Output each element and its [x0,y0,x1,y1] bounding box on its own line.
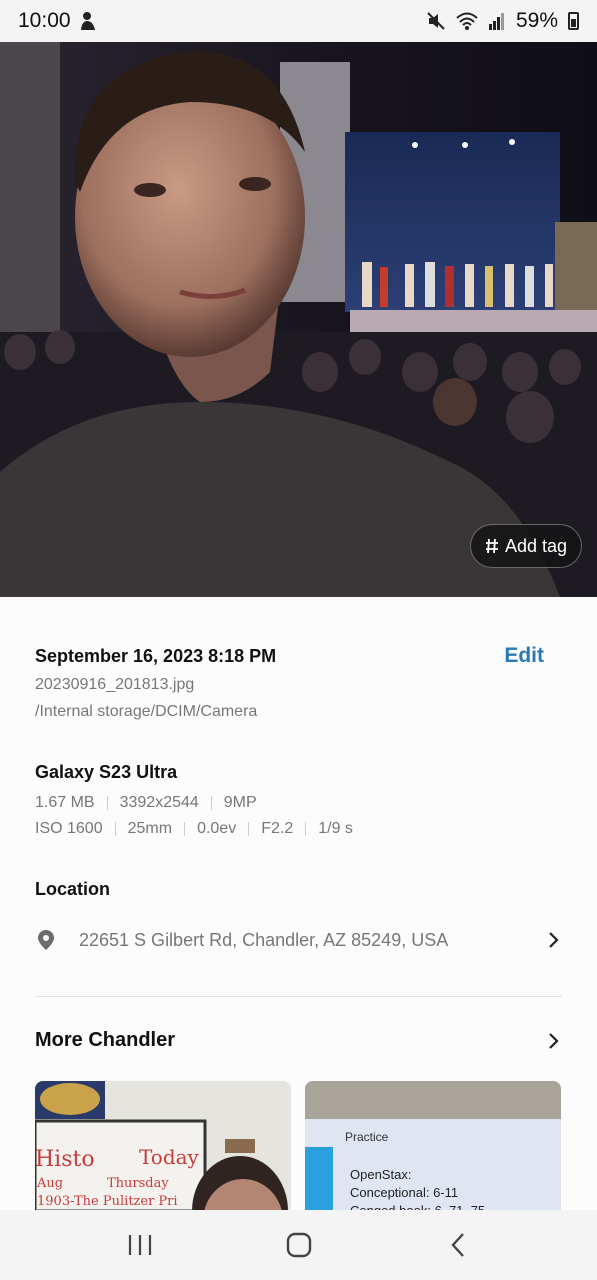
thumbnail-2-text-1: Practice [345,1130,389,1144]
battery-percent: 59% [515,9,558,32]
camera-specs: ISO 1600 25mm 0.0ev F2.2 1/9 s [35,820,353,838]
divider [305,822,307,836]
thumbnail-1-text-2: Today [139,1145,200,1169]
aperture: F2.2 [261,820,294,837]
thumbnail-2-text-2: OpenStax: [350,1167,411,1182]
location-pin-icon [38,930,54,950]
signal-icon [488,13,504,30]
add-tag-button[interactable]: Add tag [469,524,582,568]
thumbnail-1-text-3: Aug [36,1176,63,1191]
more-location-title: More Chandler [35,1029,176,1051]
photo-image [0,42,597,597]
exposure-value: 0.0ev [197,820,237,837]
divider [114,822,116,836]
thumbnail-1[interactable]: Histo Today Aug Thursday 1903-The Pulitz… [35,1081,291,1211]
divider [106,796,108,810]
back-icon [450,1233,464,1257]
thumbnail-2-image: Practice OpenStax: Conceptional: 6-11 Ce… [305,1081,561,1211]
hash-icon [485,538,498,554]
status-bar: 10:00 59% [0,0,597,42]
megapixels: 9MP [223,794,257,811]
thumbnail-1-text-1: Histo [35,1147,95,1172]
system-nav-bar [0,1210,597,1280]
thumbnail-1-text-5: 1903-The Pulitzer Pri [37,1194,178,1209]
file-name: 20230916_201813.jpg [35,676,195,693]
back-button[interactable] [428,1220,488,1270]
mute-icon [427,12,445,30]
file-specs: 1.67 MB 3392x2544 9MP [35,794,257,812]
iso: ISO 1600 [35,820,103,837]
more-location-thumbnails: Histo Today Aug Thursday 1903-The Pulitz… [35,1081,562,1211]
chevron-right-icon [549,932,559,948]
chevron-right-icon [549,1032,559,1049]
location-title: Location [35,879,110,899]
person-notification-icon [80,12,95,30]
thumbnail-2[interactable]: Practice OpenStax: Conceptional: 6-11 Ce… [305,1081,561,1211]
photo-date: September 16, 2023 8:18 PM [35,645,277,666]
thumbnail-1-image: Histo Today Aug Thursday 1903-The Pulitz… [35,1081,291,1211]
location-address: 22651 S Gilbert Rd, Chandler, AZ 85249, … [79,929,449,950]
focal-length: 25mm [127,820,173,837]
shutter-speed: 1/9 s [318,820,353,837]
section-divider [35,996,562,997]
thumbnail-2-text-3: Conceptional: 6-11 [350,1185,458,1200]
add-tag-label: Add tag [504,535,567,556]
device-name: Galaxy S23 Ultra [35,762,178,782]
status-time: 10:00 [18,9,71,32]
home-button[interactable] [269,1220,329,1270]
battery-icon [568,12,579,30]
resolution: 3392x2544 [119,794,199,811]
more-location-row[interactable]: More Chandler [35,1029,562,1052]
file-path: /Internal storage/DCIM/Camera [35,703,258,720]
location-row[interactable]: 22651 S Gilbert Rd, Chandler, AZ 85249, … [35,925,562,955]
recent-apps-icon [128,1235,151,1255]
divider [184,822,186,836]
recent-apps-button[interactable] [110,1220,170,1270]
divider [210,796,212,810]
divider [248,822,250,836]
wifi-icon [456,12,478,30]
home-icon [286,1232,311,1258]
thumbnail-1-text-4: Thursday [107,1176,169,1191]
edit-button[interactable]: Edit [504,644,544,668]
photo-viewer[interactable]: Add tag [0,42,597,597]
file-size: 1.67 MB [35,794,95,811]
